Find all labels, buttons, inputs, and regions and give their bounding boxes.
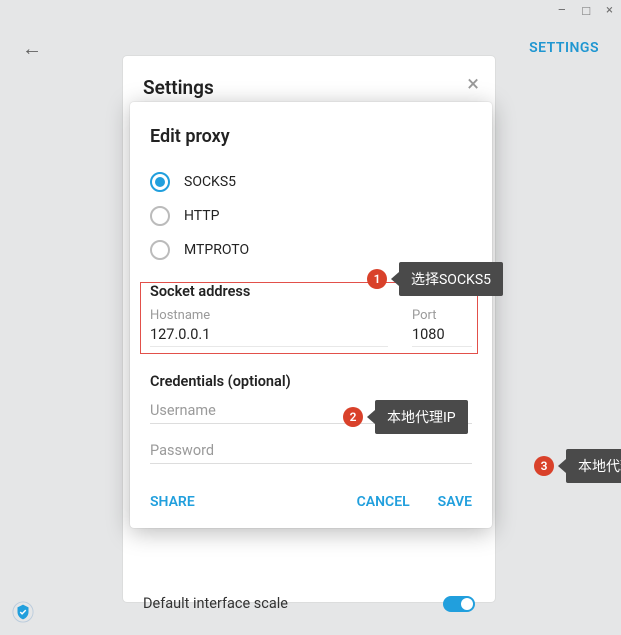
annotation-1: 1 选择SOCKS5 [367,262,503,296]
annotation-pointer-icon [367,410,375,424]
credentials-title: Credentials (optional) [150,373,472,390]
annotation-text: 选择SOCKS5 [399,262,503,296]
edit-proxy-modal: Edit proxy SOCKS5 HTTP MTPROTO Socket ad… [130,102,492,528]
radio-icon [150,240,170,260]
proxy-type-socks5[interactable]: SOCKS5 [130,165,492,199]
port-field[interactable]: Port 1080 [412,304,472,347]
radio-label: HTTP [184,208,219,224]
annotation-number: 1 [367,269,387,289]
annotation-number: 2 [343,407,363,427]
annotation-pointer-icon [558,459,566,473]
settings-title: Settings [143,76,475,99]
share-button[interactable]: SHARE [150,494,195,510]
radio-icon [150,206,170,226]
port-value[interactable]: 1080 [412,323,472,347]
hostname-value[interactable]: 127.0.0.1 [150,323,388,347]
window-maximize[interactable]: □ [578,1,594,21]
port-label: Port [412,308,472,323]
annotation-pointer-icon [391,272,399,286]
window-minimize[interactable]: – [554,1,571,21]
window-close[interactable]: × [602,1,617,21]
shield-icon[interactable] [12,601,34,623]
default-scale-row: Default interface scale [143,595,475,612]
modal-title: Edit proxy [130,126,492,165]
annotation-text: 本地代理IP [375,400,468,434]
settings-link[interactable]: SETTINGS [529,40,599,56]
back-arrow-icon[interactable]: ← [22,36,42,61]
modal-footer: SHARE CANCEL SAVE [130,474,492,528]
radio-label: SOCKS5 [184,174,236,190]
annotation-3: 3 本地代理默认端口 [534,449,621,483]
save-button[interactable]: SAVE [438,494,472,510]
window-controls: – □ × [554,1,617,21]
hostname-label: Hostname [150,308,388,323]
hostname-field[interactable]: Hostname 127.0.0.1 [150,304,388,347]
default-scale-label: Default interface scale [143,595,288,612]
cancel-button[interactable]: CANCEL [357,494,410,510]
proxy-type-http[interactable]: HTTP [130,199,492,233]
annotation-number: 3 [534,456,554,476]
radio-icon [150,172,170,192]
annotation-text: 本地代理默认端口 [566,449,621,483]
close-icon[interactable]: × [467,72,479,97]
annotation-2: 2 本地代理IP [343,400,468,434]
radio-label: MTPROTO [184,242,249,258]
socket-fields: Hostname 127.0.0.1 Port 1080 [130,304,492,347]
default-scale-toggle[interactable] [443,596,475,612]
password-input[interactable]: Password [150,434,472,464]
